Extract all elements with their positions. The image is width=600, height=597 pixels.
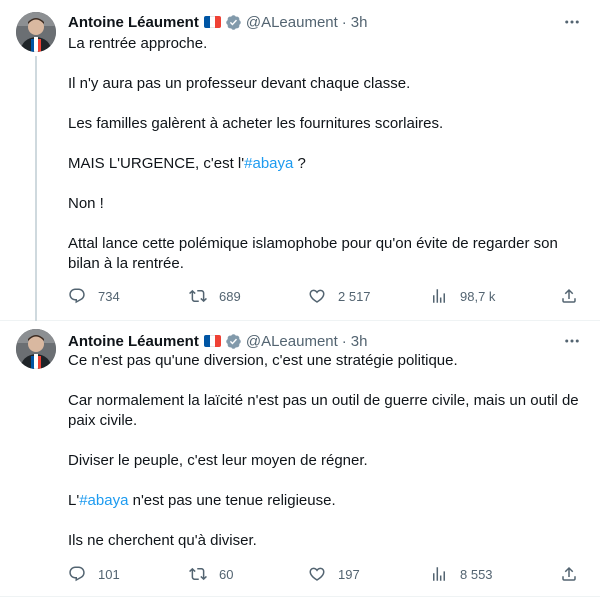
reply-count: 101 xyxy=(98,566,120,582)
tweet-paragraph: La rentrée approche. xyxy=(68,35,208,52)
repost-count: 60 xyxy=(219,566,234,582)
views-count: 8 553 xyxy=(460,566,493,582)
author-name[interactable]: Antoine Léaument xyxy=(68,333,199,350)
views-icon xyxy=(433,567,445,581)
verified-badge-icon xyxy=(226,14,241,30)
views-icon xyxy=(433,289,445,303)
share-icon xyxy=(562,566,576,581)
like-count: 197 xyxy=(338,566,360,582)
text-span: ? xyxy=(293,155,306,172)
tweet-paragraph: Non ! xyxy=(68,195,104,212)
author-name[interactable]: Antoine Léaument xyxy=(68,14,199,31)
repost-button[interactable]: 60 xyxy=(189,564,233,584)
tweet-paragraph: Car normalement la laïcité n'est pas un … xyxy=(68,392,579,429)
tweet-paragraph: Ce n'est pas qu'une diversion, c'est une… xyxy=(68,352,458,369)
like-button[interactable]: 2 517 xyxy=(308,286,371,306)
share-button[interactable] xyxy=(560,564,578,584)
reply-icon xyxy=(69,566,85,582)
action-bar: 734 689 2 517 98,7 k xyxy=(68,286,584,306)
reply-count: 734 xyxy=(98,288,120,304)
french-flag-icon xyxy=(203,16,221,28)
avatar[interactable] xyxy=(16,329,56,369)
tweet-paragraph: MAIS L'URGENCE, c'est l'#abaya ? xyxy=(68,154,584,174)
avatar[interactable] xyxy=(16,12,56,52)
text-span: L' xyxy=(68,492,80,509)
separator-dot: · xyxy=(341,13,347,31)
reply-button[interactable]: 734 xyxy=(68,286,120,306)
hashtag-link[interactable]: #abaya xyxy=(244,155,293,172)
views-button[interactable]: 98,7 k xyxy=(430,286,495,306)
french-flag-icon xyxy=(203,335,221,347)
views-count: 98,7 k xyxy=(460,288,496,304)
like-icon xyxy=(309,289,325,303)
like-count: 2 517 xyxy=(338,288,371,304)
timestamp[interactable]: 3h xyxy=(351,333,368,350)
text-span: n'est pas une tenue religieuse. xyxy=(128,492,336,509)
more-icon[interactable] xyxy=(562,12,582,32)
repost-button[interactable]: 689 xyxy=(189,286,241,306)
tweet-paragraph: L'#abaya n'est pas une tenue religieuse. xyxy=(68,491,584,511)
tweet-header: Antoine Léaument @ALeaument · 3h xyxy=(68,331,367,351)
tweet-paragraph: Attal lance cette polémique islamophobe … xyxy=(68,235,558,272)
more-icon[interactable] xyxy=(562,331,582,351)
tweet-text: Ce n'est pas qu'une diversion, c'est une… xyxy=(68,351,584,571)
tweet[interactable]: Antoine Léaument @ALeaument · 3h La rent… xyxy=(0,0,600,321)
share-button[interactable] xyxy=(560,286,578,306)
thread-line xyxy=(35,56,37,321)
verified-badge-icon xyxy=(226,333,241,349)
action-bar: 101 60 197 8 553 xyxy=(68,564,584,584)
views-button[interactable]: 8 553 xyxy=(430,564,493,584)
repost-icon xyxy=(189,289,207,303)
timestamp[interactable]: 3h xyxy=(351,14,368,31)
separator-dot: · xyxy=(341,332,347,350)
tweet[interactable]: Antoine Léaument @ALeaument · 3h Ce n'es… xyxy=(0,321,600,597)
hashtag-link[interactable]: #abaya xyxy=(79,492,128,509)
repost-count: 689 xyxy=(219,288,241,304)
like-button[interactable]: 197 xyxy=(308,564,360,584)
reply-button[interactable]: 101 xyxy=(68,564,120,584)
reply-icon xyxy=(69,288,85,304)
tweet-paragraph: Diviser le peuple, c'est leur moyen de r… xyxy=(68,452,368,469)
tweet-paragraph: Les familles galèrent à acheter les four… xyxy=(68,115,444,132)
tweet-paragraph: Il n'y aura pas un professeur devant cha… xyxy=(68,75,411,92)
author-handle[interactable]: @ALeaument xyxy=(246,333,338,350)
tweet-text: La rentrée approche. Il n'y aura pas un … xyxy=(68,34,584,294)
share-icon xyxy=(562,288,576,303)
text-span: MAIS L'URGENCE, c'est l' xyxy=(68,155,245,172)
tweet-paragraph: Ils ne cherchent qu'à diviser. xyxy=(68,532,257,549)
repost-icon xyxy=(189,567,207,581)
tweet-header: Antoine Léaument @ALeaument · 3h xyxy=(68,12,367,32)
like-icon xyxy=(309,567,325,581)
author-handle[interactable]: @ALeaument xyxy=(246,14,338,31)
